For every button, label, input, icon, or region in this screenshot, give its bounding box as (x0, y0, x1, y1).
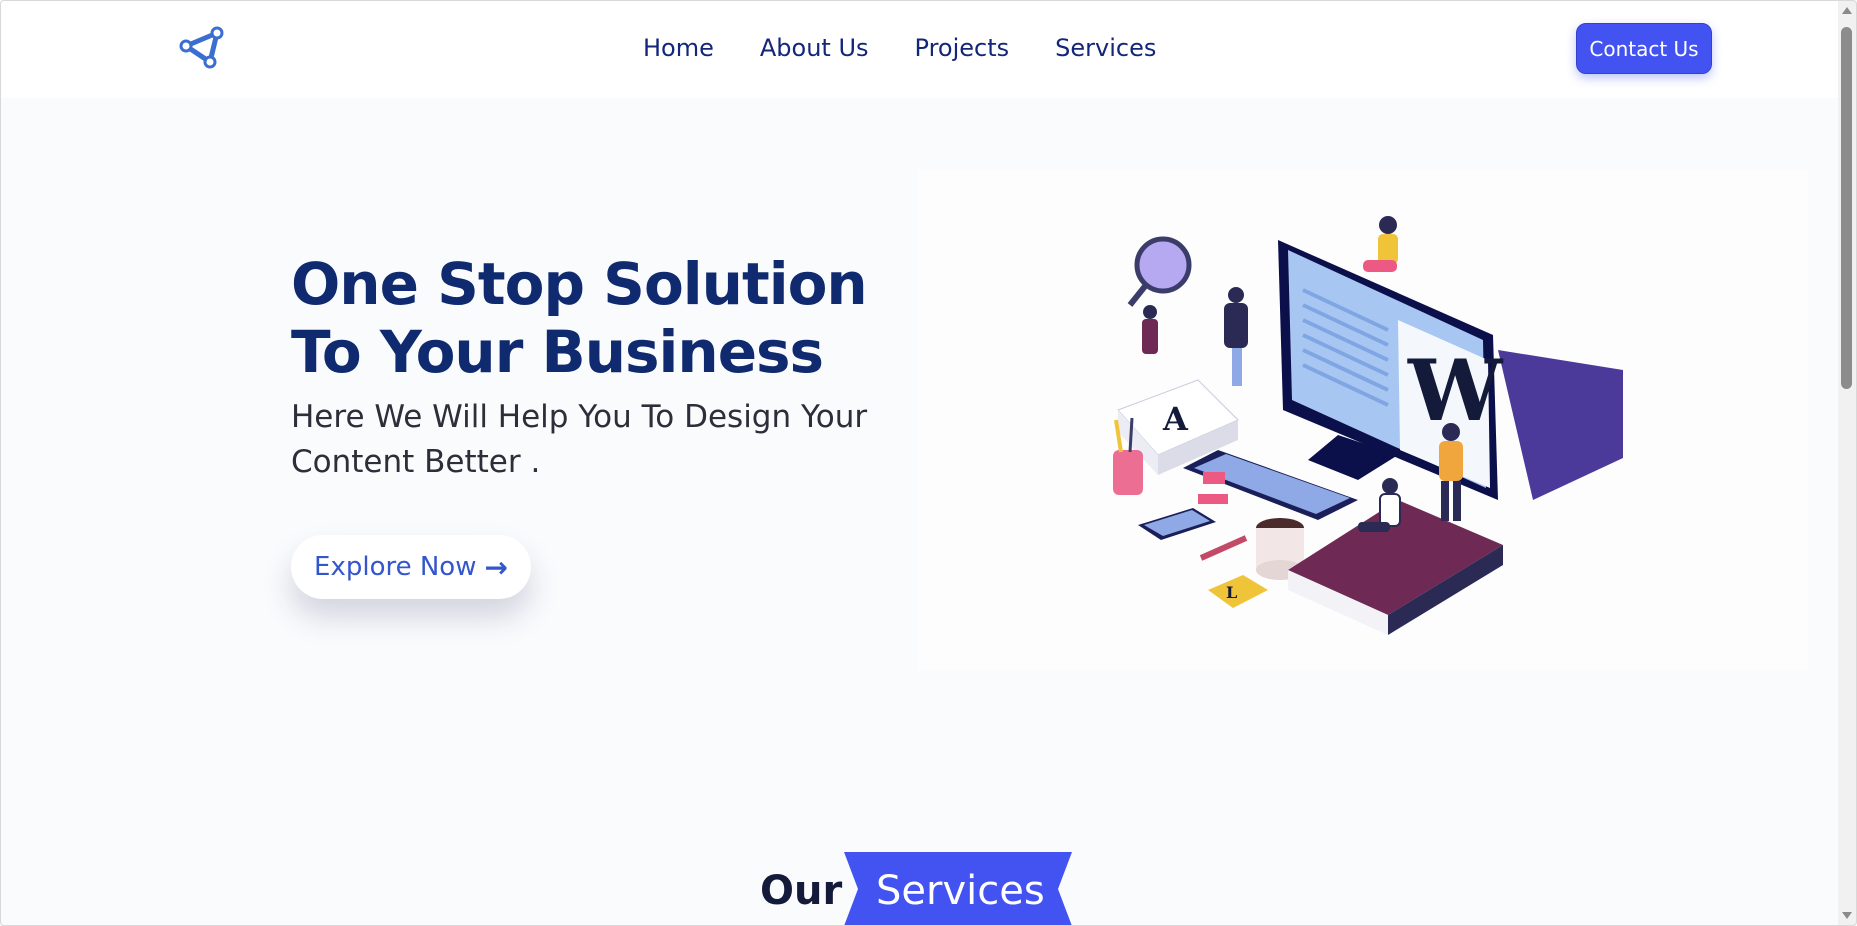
svg-text:L: L (1226, 583, 1237, 602)
nav-about-us[interactable]: About Us (760, 34, 869, 62)
hero-subtitle: Here We Will Help You To Design Your Con… (291, 399, 868, 480)
site-header: Home About Us Projects Services Contact … (0, 0, 1838, 98)
explore-now-button[interactable]: Explore Now → (291, 535, 531, 599)
vertical-scrollbar[interactable] (1838, 1, 1856, 925)
nav-services[interactable]: Services (1055, 34, 1156, 62)
explore-now-label: Explore Now (314, 552, 477, 582)
svg-text:A: A (1162, 400, 1189, 438)
contact-us-button[interactable]: Contact Us (1576, 23, 1712, 74)
scroll-up-icon[interactable] (1842, 7, 1852, 14)
arrow-right-icon: → (484, 550, 508, 584)
hero-illustration: W A L (918, 170, 1808, 670)
hero-title: One Stop Solution To Your Business (291, 250, 868, 386)
heading-our: Our (760, 868, 843, 914)
logo-icon[interactable] (178, 24, 224, 70)
scroll-thumb[interactable] (1841, 27, 1852, 389)
nav-home[interactable]: Home (643, 34, 714, 62)
workspace-illustration-icon: W A L (1113, 216, 1623, 635)
services-section-heading: Our Services (760, 852, 1080, 926)
heading-services: Services (876, 868, 1045, 914)
nav-projects[interactable]: Projects (915, 34, 1010, 62)
main-nav: Home About Us Projects Services (643, 34, 1156, 62)
scroll-down-icon[interactable] (1842, 912, 1852, 919)
